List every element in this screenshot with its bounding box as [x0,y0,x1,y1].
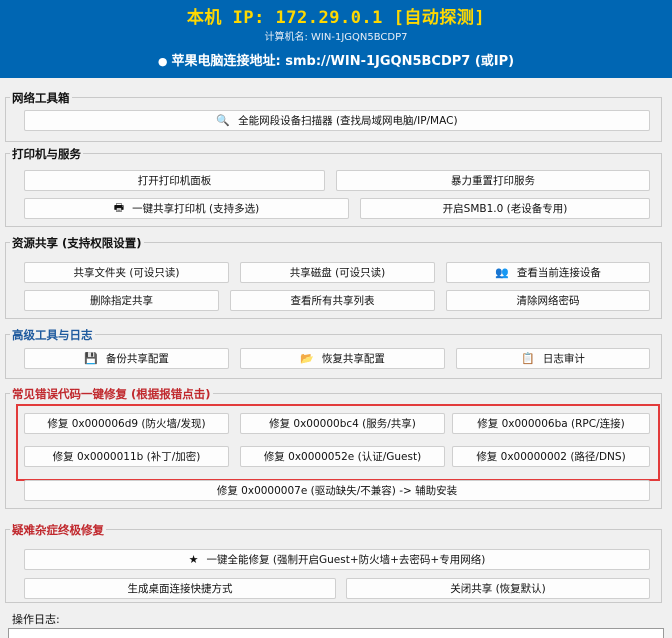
delete-share-button[interactable]: 删除指定共享 [24,290,219,311]
fix-11b-button[interactable]: 修复 0x0000011b (补丁/加密) [24,446,229,467]
network-scanner-label: 全能网段设备扫描器 (查找局域网电脑/IP/MAC) [238,115,458,127]
fix-6ba-button[interactable]: 修复 0x000006ba (RPC/连接) [452,413,650,434]
share-disk-label: 共享磁盘 (可设只读) [289,267,386,279]
save-icon: 💾 [84,352,98,365]
restore-config-button[interactable]: 📂 恢复共享配置 [240,348,445,369]
view-connections-label: 查看当前连接设备 [516,267,601,279]
fix-6ba-label: 修复 0x000006ba (RPC/连接) [477,418,625,430]
full-fix-button[interactable]: ★ 一键全能修复 (强制开启Guest+防火墙+去密码+专用网络) [24,549,650,570]
fix-6d9-button[interactable]: 修复 0x000006d9 (防火墙/发现) [24,413,229,434]
magnifier-icon: 🔍 [216,114,231,127]
view-connections-button[interactable]: 👥 查看当前连接设备 [446,262,650,283]
advanced-title: 高级工具与日志 [10,327,95,343]
sharing-title: 资源共享 (支持权限设置) [10,235,144,251]
fix-07e-label: 修复 0x0000007e (驱动缺失/不兼容) -> 辅助安装 [216,485,458,497]
desktop-shortcut-button[interactable]: 生成桌面连接快捷方式 [24,578,336,599]
full-fix-label: 一键全能修复 (强制开启Guest+防火墙+去密码+专用网络) [206,554,486,566]
fix-bc4-button[interactable]: 修复 0x00000bc4 (服务/共享) [240,413,445,434]
delete-share-label: 删除指定共享 [90,295,153,307]
log-audit-button[interactable]: 📋 日志审计 [456,348,650,369]
clear-password-label: 清除网络密码 [516,295,580,307]
share-folder-button[interactable]: 共享文件夹 (可设只读) [24,262,229,283]
backup-config-button[interactable]: 💾 备份共享配置 [24,348,229,369]
smb-address-text: 苹果电脑连接地址: smb://WIN-1JGQN5BCDP7 (或IP) [171,54,515,69]
fix-52e-label: 修复 0x0000052e (认证/Guest) [263,451,422,463]
printer-icon: 🖶 [113,201,125,214]
fix-52e-button[interactable]: 修复 0x0000052e (认证/Guest) [240,446,445,467]
share-disk-button[interactable]: 共享磁盘 (可设只读) [240,262,435,283]
operation-log-label: 操作日志: [12,613,60,626]
fix-002-label: 修复 0x00000002 (路径/DNS) [476,451,626,463]
apple-icon: ● [157,55,168,68]
share-printer-label: 一键共享打印机 (支持多选) [132,203,260,215]
network-tools-title: 网络工具箱 [10,90,72,106]
local-ip-title: 本机 IP: 172.29.0.1 [自动探测] [186,8,486,28]
list-shares-label: 查看所有共享列表 [290,295,375,307]
fix-07e-button[interactable]: 修复 0x0000007e (驱动缺失/不兼容) -> 辅助安装 [24,480,650,501]
backup-config-label: 备份共享配置 [105,353,169,365]
list-shares-button[interactable]: 查看所有共享列表 [230,290,435,311]
enable-smb1-button[interactable]: 开启SMB1.0 (老设备专用) [360,198,650,219]
enable-smb1-label: 开启SMB1.0 (老设备专用) [442,203,568,215]
printer-title: 打印机与服务 [10,146,83,162]
reset-print-service-label: 暴力重置打印服务 [451,175,535,187]
reset-print-service-button[interactable]: 暴力重置打印服务 [336,170,650,191]
error-fix-title: 常见错误代码一键修复 (根据报错点击) [10,386,213,402]
fix-002-button[interactable]: 修复 0x00000002 (路径/DNS) [452,446,650,467]
close-share-button[interactable]: 关闭共享 (恢复默认) [346,578,650,599]
ultimate-fix-title: 疑难杂症终极修复 [10,522,106,538]
star-icon: ★ [188,553,199,566]
share-printer-button[interactable]: 🖶 一键共享打印机 (支持多选) [24,198,349,219]
users-icon: 👥 [495,266,509,279]
fix-6d9-label: 修复 0x000006d9 (防火墙/发现) [47,418,206,430]
desktop-shortcut-label: 生成桌面连接快捷方式 [127,583,233,595]
restore-config-label: 恢复共享配置 [321,353,385,365]
clear-password-button[interactable]: 清除网络密码 [446,290,650,311]
open-printer-panel-button[interactable]: 打开打印机面板 [24,170,325,191]
close-share-label: 关闭共享 (恢复默认) [450,583,546,595]
computer-name: 计算机名: WIN-1JGQN5BCDP7 [264,32,408,43]
smb-address: ● 苹果电脑连接地址: smb://WIN-1JGQN5BCDP7 (或IP) [0,50,672,69]
fix-11b-label: 修复 0x0000011b (补丁/加密) [52,451,201,463]
share-folder-label: 共享文件夹 (可设只读) [73,267,180,279]
open-printer-panel-label: 打开打印机面板 [137,175,212,187]
operation-log-textarea[interactable] [8,628,664,638]
header-banner: 本机 IP: 172.29.0.1 [自动探测] 计算机名: WIN-1JGQN… [0,0,672,78]
network-scanner-button[interactable]: 🔍 全能网段设备扫描器 (查找局域网电脑/IP/MAC) [24,110,650,131]
log-audit-label: 日志审计 [542,353,585,365]
log-icon: 📋 [521,352,535,365]
fix-bc4-label: 修复 0x00000bc4 (服务/共享) [269,418,416,430]
folder-open-icon: 📂 [300,352,314,365]
